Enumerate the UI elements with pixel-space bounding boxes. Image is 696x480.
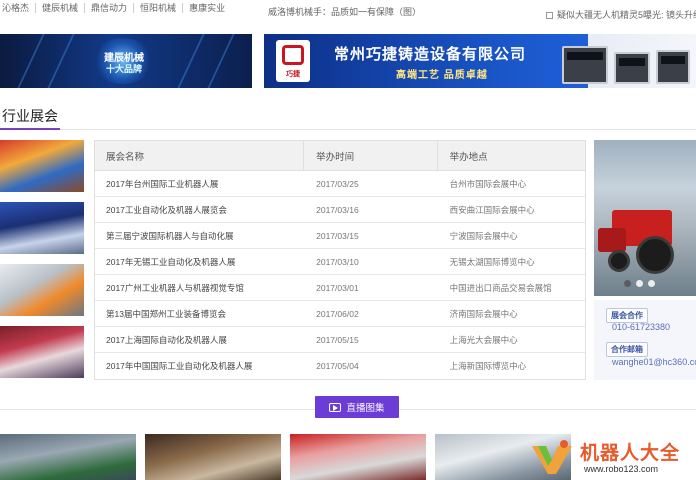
exhibition-phone: 010-61723380 — [612, 322, 671, 332]
ad-banner-right[interactable]: 巧捷 常州巧捷铸造设备有限公司 高端工艺 品质卓越 — [264, 34, 696, 88]
email-tag: 合作邮箱 — [606, 342, 648, 357]
exhibition-location: 上海光大会展中心 — [449, 334, 518, 345]
banner-streak — [177, 34, 205, 88]
logo-caption: 巧捷 — [286, 71, 300, 78]
section-divider — [0, 129, 696, 130]
exhibition-thumbnail[interactable] — [0, 326, 84, 378]
banner-streak — [17, 34, 45, 88]
logo-mark-icon — [282, 45, 304, 65]
carousel-dot[interactable] — [636, 280, 643, 287]
exhibition-location: 宁波国际会展中心 — [449, 230, 518, 241]
robot-logo-icon — [532, 440, 572, 474]
gallery-thumbnail[interactable] — [0, 434, 136, 480]
tractor-image — [598, 228, 626, 252]
company-slogan: 高端工艺 品质卓越 — [396, 70, 488, 81]
brand-link[interactable]: 惠康实业 — [183, 3, 231, 13]
carousel-dot[interactable] — [624, 280, 631, 287]
exhibition-date: 2017/06/02 — [316, 308, 359, 319]
exhibition-thumbnail[interactable] — [0, 140, 84, 192]
gallery-thumbnail[interactable] — [145, 434, 281, 480]
exhibition-table: 展会名称 举办时间 举办地点 2017年台州国际工业机器人展 2017/03/2… — [94, 140, 586, 380]
table-row[interactable]: 第三届宁波国际机器人与自动化展 2017/03/15 宁波国际会展中心 — [95, 223, 585, 249]
brand-link[interactable]: 沁格杰 — [0, 3, 37, 13]
exhibition-date: 2017/05/04 — [316, 361, 359, 371]
exhibition-name[interactable]: 2017广州工业机器人与机器视觉专馆 — [95, 275, 304, 300]
exhibition-name[interactable]: 第三届宁波国际机器人与自动化展 — [95, 223, 304, 248]
company-logo: 巧捷 — [276, 40, 310, 82]
exhibition-name[interactable]: 2017年中国国际工业自动化及机器人展 — [95, 353, 304, 379]
machine-image — [562, 46, 608, 84]
top-link-strip: 沁格杰 健辰机械 鼎信动力 恒阳机械 惠康实业 威洛博机械手：品质如一有保障（图… — [0, 0, 696, 20]
brand-link[interactable]: 健辰机械 — [36, 3, 86, 13]
header-name: 展会名称 — [95, 141, 305, 170]
exhibition-name[interactable]: 2017上海国际自动化及机器人展 — [95, 327, 304, 352]
live-gallery-button[interactable]: 直播图集 — [315, 396, 399, 418]
gallery-thumbnail[interactable] — [290, 434, 426, 480]
carousel-dot[interactable] — [648, 280, 655, 287]
exhibition-thumbnail[interactable] — [0, 264, 84, 316]
exhibition-date: 2017/03/10 — [316, 256, 359, 267]
carousel-dots — [624, 280, 655, 287]
brand-links: 沁格杰 健辰机械 鼎信动力 恒阳机械 惠康实业 — [0, 3, 231, 13]
play-icon — [329, 402, 342, 412]
exhibition-date: 2017/03/25 — [316, 178, 359, 189]
tractor-wheel — [608, 250, 630, 272]
contact-panel: 展会合作 010-61723380 合作邮箱 wanghe01@hc360.co… — [594, 300, 696, 380]
news-link-2[interactable]: 疑似大疆无人机精灵5曝光: 镜头升级 — [546, 8, 696, 21]
news-link[interactable]: 威洛博机械手：品质如一有保障（图） — [268, 5, 421, 18]
banner-streak — [47, 34, 75, 88]
table-header: 展会名称 举办时间 举办地点 — [95, 141, 585, 171]
table-row[interactable]: 2017工业自动化及机器人展览会 2017/03/16 西安曲江国际会展中心 — [95, 197, 585, 223]
exhibition-date: 2017/03/16 — [316, 204, 359, 215]
company-name: 常州巧捷铸造设备有限公司 — [334, 46, 527, 63]
contact-email[interactable]: wanghe01@hc360.com — [612, 357, 696, 367]
section-title-underline — [0, 128, 60, 130]
ad-banner-left[interactable]: 建辰机械 十大品牌 — [0, 34, 252, 88]
table-row[interactable]: 2017年无锡工业自动化及机器人展 2017/03/10 无锡太湖国际博览中心 — [95, 249, 585, 275]
exhibition-name[interactable]: 第13届中国郑州工业装备博览会 — [95, 301, 304, 326]
machine-image — [656, 50, 690, 84]
exhibition-name[interactable]: 2017年台州国际工业机器人展 — [95, 171, 304, 196]
tractor-wheel — [636, 236, 674, 274]
table-row[interactable]: 2017年中国国际工业自动化及机器人展 2017/05/04 上海新国际博览中心 — [95, 353, 585, 379]
banner-streak — [207, 34, 235, 88]
header-location: 举办地点 — [449, 151, 488, 163]
exhibition-location: 中国进出口商品交易会展馆 — [449, 282, 552, 293]
header-date: 举办时间 — [304, 141, 438, 170]
watermark-site-name: 机器人大全 — [580, 443, 681, 464]
banner-left-line2: 十大品牌 — [105, 64, 142, 74]
exhibition-name[interactable]: 2017工业自动化及机器人展览会 — [95, 197, 304, 222]
exhibition-name[interactable]: 2017年无锡工业自动化及机器人展 — [95, 249, 304, 274]
exhibition-location: 无锡太湖国际博览中心 — [449, 256, 535, 267]
live-gallery-label: 直播图集 — [346, 403, 385, 414]
square-bullet-icon — [546, 12, 553, 19]
exhibition-location: 上海新国际博览中心 — [449, 361, 527, 371]
exhibition-thumbnail[interactable] — [0, 202, 84, 254]
watermark-url: www.robo123.com — [584, 464, 659, 474]
site-watermark-logo: 机器人大全 www.robo123.com — [528, 436, 696, 480]
exhibition-date: 2017/03/01 — [316, 282, 359, 293]
section-title: 行业展会 — [2, 108, 58, 124]
brand-link[interactable]: 鼎信动力 — [85, 3, 135, 13]
exhibition-date: 2017/05/15 — [316, 334, 359, 345]
exhibition-coop-tag: 展会合作 — [606, 308, 648, 323]
table-row[interactable]: 2017上海国际自动化及机器人展 2017/05/15 上海光大会展中心 — [95, 327, 585, 353]
exhibition-location: 西安曲江国际会展中心 — [449, 204, 535, 215]
exhibition-location: 济南国际会展中心 — [449, 308, 518, 319]
table-row[interactable]: 2017广州工业机器人与机器视觉专馆 2017/03/01 中国进出口商品交易会… — [95, 275, 585, 301]
news-link-2-text: 疑似大疆无人机精灵5曝光: 镜头升级 — [557, 10, 696, 20]
table-row[interactable]: 第13届中国郑州工业装备博览会 2017/06/02 济南国际会展中心 — [95, 301, 585, 327]
machine-image — [614, 52, 650, 84]
table-row[interactable]: 2017年台州国际工业机器人展 2017/03/25 台州市国际会展中心 — [95, 171, 585, 197]
brand-link[interactable]: 恒阳机械 — [134, 3, 184, 13]
exhibition-date: 2017/03/15 — [316, 230, 359, 241]
exhibition-location: 台州市国际会展中心 — [449, 178, 527, 189]
side-photo-carousel[interactable] — [594, 140, 696, 296]
